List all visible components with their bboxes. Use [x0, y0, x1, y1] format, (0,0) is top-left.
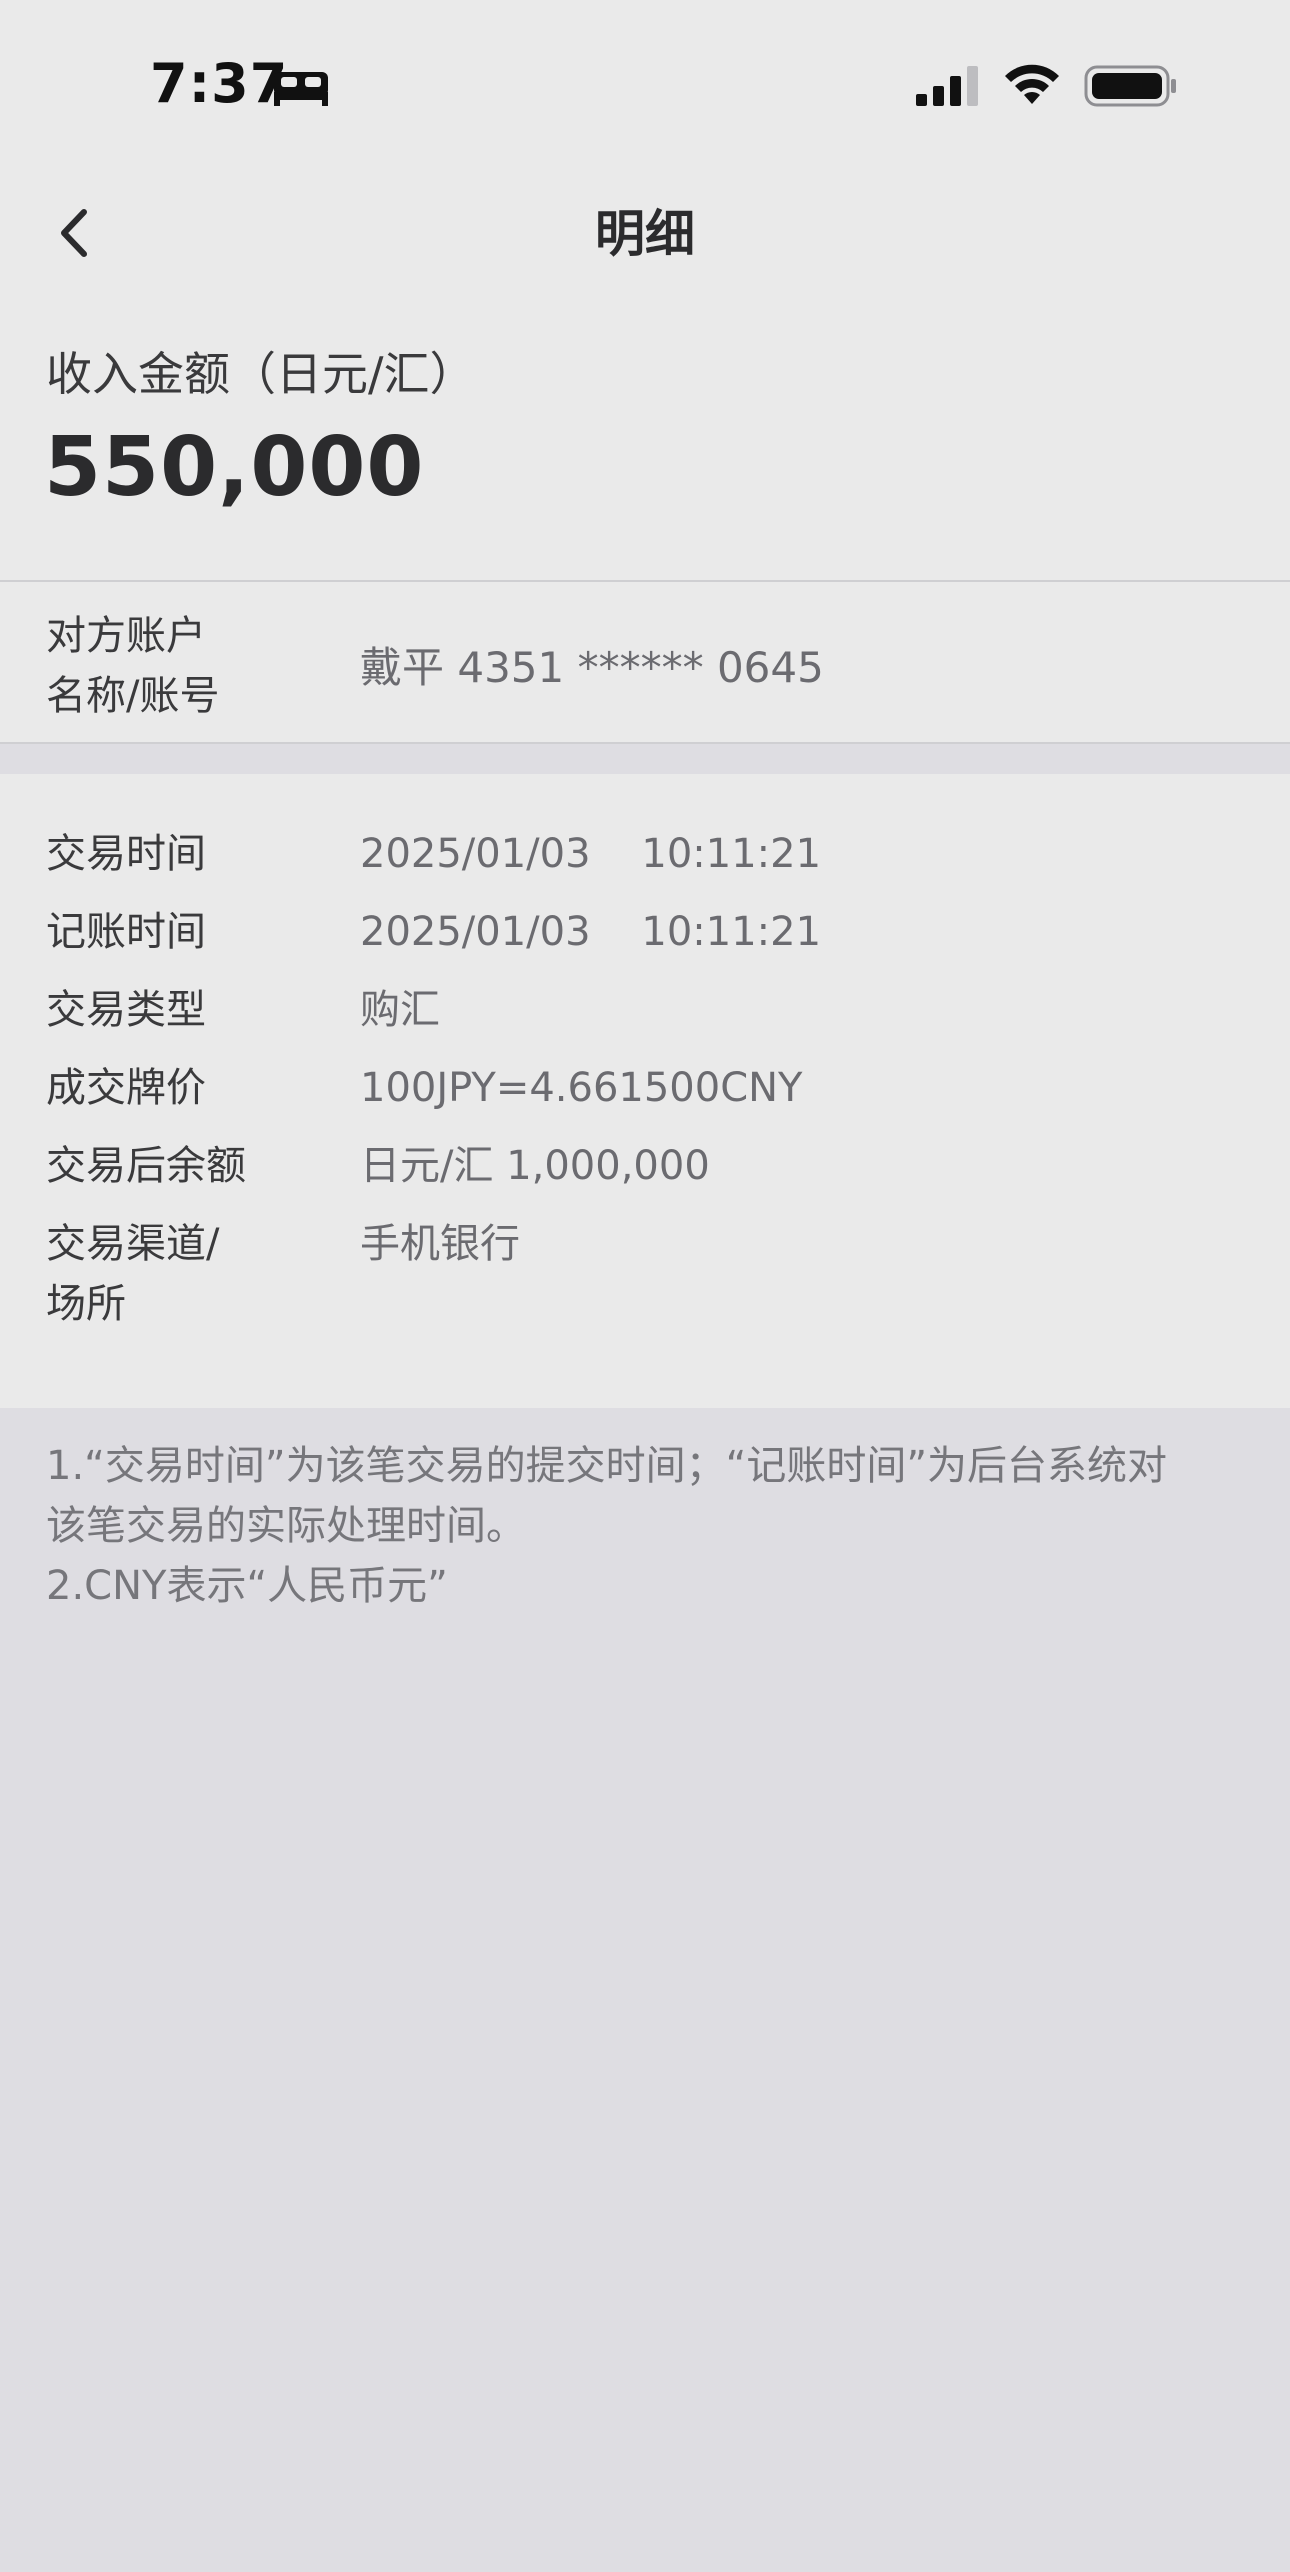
- detail-label-line1: 交易渠道/: [46, 1221, 220, 1267]
- counterparty-account-label: 对方账户 名称/账号: [46, 606, 306, 726]
- detail-label: 交易类型: [46, 987, 206, 1033]
- counterparty-account-value: 戴平 4351 ****** 0645: [360, 643, 824, 692]
- detail-label: 交易渠道/ 场所: [46, 1214, 336, 1334]
- transaction-details: 交易时间 2025/01/03 10:11:21 记账时间 2025/01/03…: [0, 774, 1290, 1408]
- footnote-line: 2.CNY表示“人民币元”: [46, 1563, 448, 1609]
- section-gap: [0, 744, 1290, 774]
- cellular-signal-icon: [916, 66, 978, 106]
- amount-label: 收入金额（日元/汇）: [46, 347, 476, 401]
- page-title: 明细: [595, 205, 695, 263]
- footnote-line: 该笔交易的实际处理时间。: [46, 1503, 526, 1549]
- detail-label: 交易时间: [46, 831, 206, 877]
- detail-label: 成交牌价: [46, 1065, 206, 1111]
- counterparty-account-label-line1: 对方账户: [46, 613, 206, 659]
- detail-label: 交易后余额: [46, 1143, 246, 1189]
- counterparty-account-row: 对方账户 名称/账号 戴平 4351 ****** 0645: [0, 582, 1290, 742]
- counterparty-account-label-line2: 名称/账号: [46, 673, 220, 719]
- detail-value: 2025/01/03 10:11:21: [360, 909, 822, 955]
- wifi-icon: [1005, 64, 1059, 104]
- detail-label: 记账时间: [46, 909, 206, 955]
- detail-value: 2025/01/03 10:11:21: [360, 831, 822, 877]
- transaction-detail-page: 7:37 明细 收入金额（日元/汇） 550,000 对方账户 名称/账号 戴平…: [0, 0, 1290, 2572]
- navigation-bar: 明细: [0, 160, 1290, 290]
- detail-value: 100JPY=4.661500CNY: [360, 1065, 803, 1111]
- detail-value: 手机银行: [360, 1221, 520, 1267]
- battery-icon: [1084, 65, 1176, 107]
- sleep-focus-icon: [274, 72, 328, 106]
- detail-value: 日元/汇 1,000,000: [360, 1143, 710, 1189]
- header-area: 7:37 明细 收入金额（日元/汇） 550,000: [0, 0, 1290, 580]
- detail-value: 购汇: [360, 987, 440, 1033]
- footnotes: 1.“交易时间”为该笔交易的提交时间；“记账时间”为后台系统对 该笔交易的实际处…: [46, 1436, 1246, 1616]
- status-time: 7:37: [150, 52, 289, 115]
- amount-value: 550,000: [44, 420, 425, 515]
- footnote-line: 1.“交易时间”为该笔交易的提交时间；“记账时间”为后台系统对: [46, 1443, 1168, 1489]
- detail-label-line2: 场所: [46, 1281, 126, 1327]
- status-bar: 7:37: [0, 0, 1290, 160]
